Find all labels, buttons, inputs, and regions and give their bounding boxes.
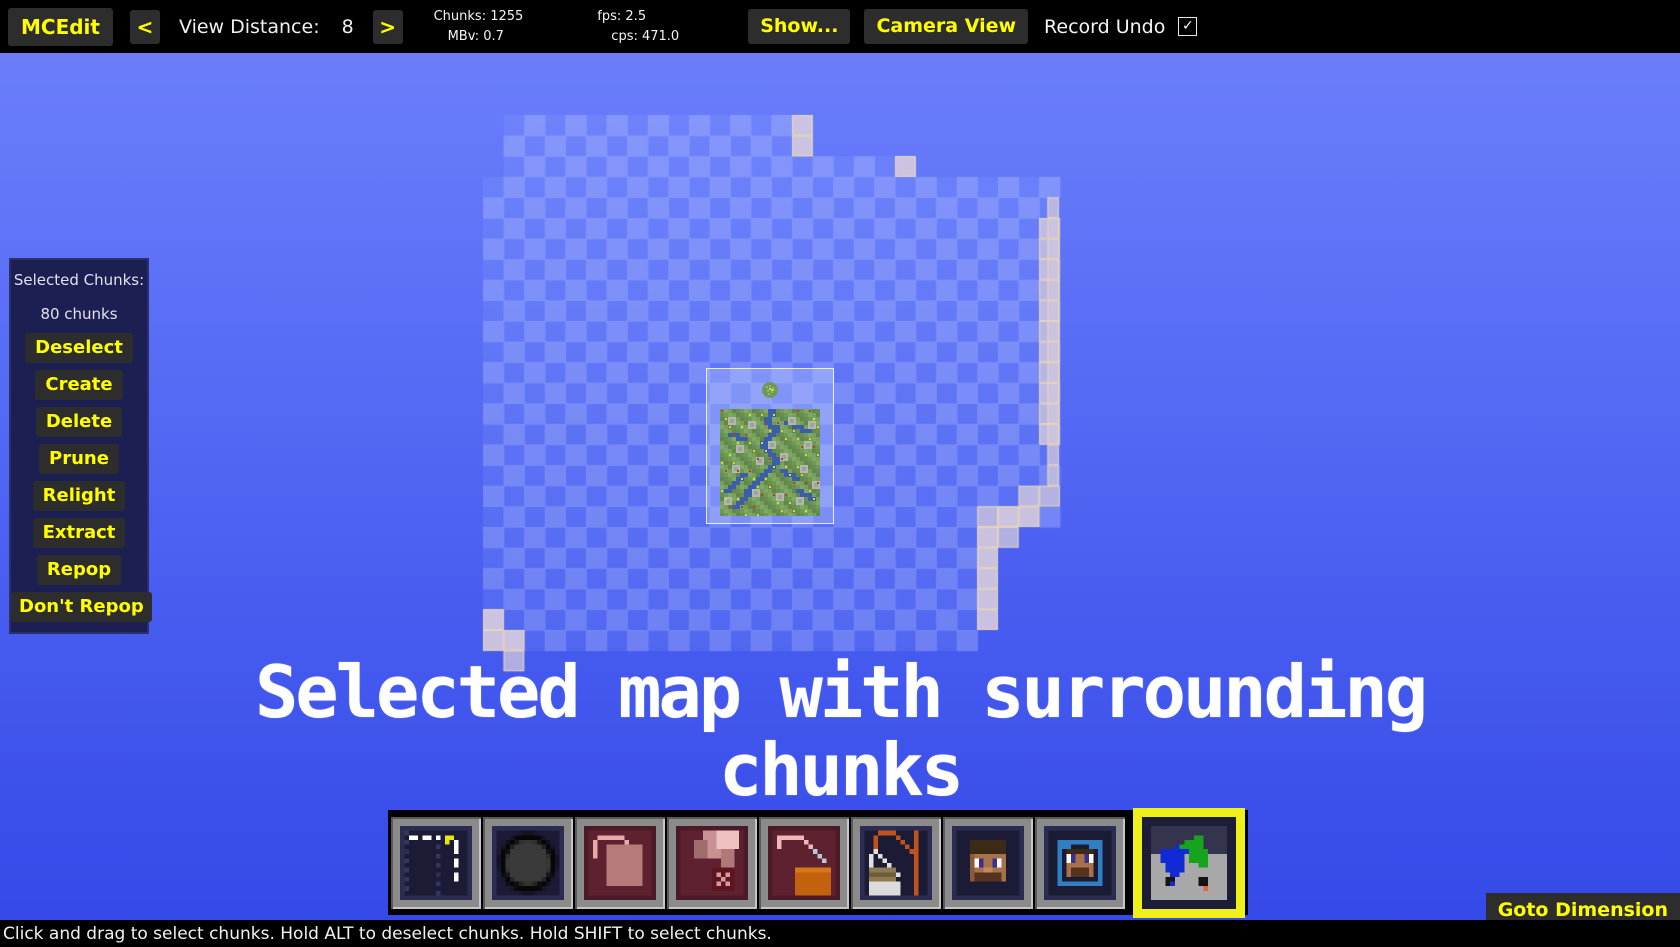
selected-chunks-title: Selected Chunks: [13,271,145,289]
stat-fps: fps: 2.5 [597,8,647,24]
view-distance-increase-button[interactable]: > [372,9,403,44]
steve-head-icon [952,825,1024,900]
stat-chunks: Chunks: 1255 [433,8,524,24]
dont-repop-button[interactable]: Don't Repop [11,592,152,622]
stats-group-chunks: Chunks: 1255 MBv: 0.7 [434,0,524,53]
hotbar-slot-player-tool[interactable] [943,816,1033,909]
view-distance-value: 8 [341,15,354,38]
crane-icon [860,825,932,900]
dashed-box-icon [400,825,472,900]
chunk-map-icon [1151,825,1227,900]
tool-hotbar [388,807,1248,918]
selected-chunks-panel: Selected Chunks: 80 chunks Deselect Creat… [9,258,152,634]
hotbar-slot-clone-tool[interactable] [575,816,665,909]
status-bar: Click and drag to select chunks. Hold AL… [0,920,1680,947]
hotbar-slot-spawn-tool[interactable] [1035,816,1125,909]
extract-button[interactable]: Extract [32,518,126,548]
deselect-button[interactable]: Deselect [25,333,133,363]
top-toolbar: MCEdit < View Distance: 8 > Chunks: 1255… [0,0,1680,53]
selected-map-region[interactable] [706,368,834,524]
cauldron-icon [768,825,840,900]
spawner-head-icon [1044,825,1116,900]
map-marker-icon [760,380,780,400]
hotbar-selection-ring [1133,807,1245,918]
relight-button[interactable]: Relight [32,481,126,511]
delete-button[interactable]: Delete [35,407,123,437]
record-undo-label: Record Undo [1044,15,1166,38]
record-undo-checkbox[interactable]: ✓ [1178,17,1198,36]
hotbar-slot-filter-tool[interactable] [759,816,849,909]
show-button[interactable]: Show... [748,9,851,44]
clone-square-icon [584,825,656,900]
world-viewport[interactable]: Selected map with surrounding chunks [0,53,1680,928]
hotbar-slot-brush-tool[interactable] [483,816,573,909]
camera-view-button[interactable]: Camera View [864,9,1029,44]
hotbar-slot-chunk-tool[interactable] [1133,807,1245,918]
chunk-selection-overlay[interactable] [0,53,1680,928]
hotbar-slot-fill-tool[interactable] [667,816,757,909]
hotbar-slot-construction-tool[interactable] [851,816,941,909]
selected-chunks-count: 80 chunks [40,305,118,323]
stats-group-performance: fps: 2.5 cps: 471.0 [597,0,679,53]
repop-button[interactable]: Repop [36,555,122,585]
prune-button[interactable]: Prune [39,444,119,474]
status-bar-text: Click and drag to select chunks. Hold AL… [3,923,772,944]
stat-mbv: MBv: 0.7 [447,28,504,44]
chunk-action-buttons: Deselect Create Delete Prune Relight Extract R… [11,333,147,585]
stat-cps: cps: 471.0 [611,28,680,44]
mcedit-window: MCEdit < View Distance: 8 > Chunks: 1255… [0,0,1680,947]
create-button[interactable]: Create [35,370,123,400]
map-art-render [720,409,820,516]
black-circle-icon [492,825,564,900]
view-distance-label: View Distance: [178,15,320,38]
hotbar-slot-selection-tool[interactable] [391,816,481,909]
mcedit-menu-button[interactable]: MCEdit [8,7,113,46]
view-distance-decrease-button[interactable]: < [129,9,160,44]
fill-bucket-icon [676,825,748,900]
